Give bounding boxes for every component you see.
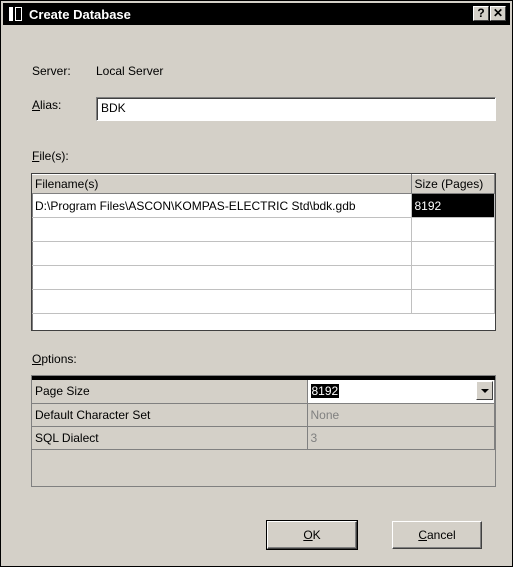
alias-label-rest: lias: xyxy=(40,98,62,112)
options-grid[interactable]: Page Size 8192 Default Character Set Non… xyxy=(31,375,496,487)
create-database-dialog: Create Database ? ✕ Server: Local Server… xyxy=(0,0,513,567)
option-name-page-size: Page Size xyxy=(32,380,308,404)
options-label-rest: ptions: xyxy=(41,352,77,366)
option-name-sql-dialect: SQL Dialect xyxy=(32,426,308,450)
option-row-charset[interactable]: Default Character Set None xyxy=(32,403,495,427)
option-value-sql-dialect: 3 xyxy=(307,426,495,450)
files-label-rest: ile(s): xyxy=(39,149,69,163)
size-cell[interactable] xyxy=(411,217,495,242)
cancel-button[interactable]: Cancel xyxy=(392,521,482,549)
alias-label: Alias: xyxy=(32,98,61,112)
page-size-dropdown[interactable]: 8192 xyxy=(307,380,495,404)
files-label: File(s): xyxy=(32,149,69,163)
help-button[interactable]: ? xyxy=(473,6,489,21)
ok-button[interactable]: OK xyxy=(266,520,358,550)
option-row-page-size[interactable]: Page Size 8192 xyxy=(32,380,495,404)
filename-cell[interactable] xyxy=(32,265,412,290)
page-size-value[interactable]: 8192 xyxy=(310,384,340,399)
table-row[interactable] xyxy=(32,217,495,242)
size-cell[interactable] xyxy=(411,241,495,266)
size-cell[interactable]: 8192 xyxy=(411,193,495,218)
cancel-button-accel: C xyxy=(418,528,427,542)
chevron-down-icon[interactable] xyxy=(475,381,493,400)
size-cell[interactable] xyxy=(411,265,495,290)
files-grid[interactable]: Filename(s) Size (Pages) D:\Program File… xyxy=(31,173,496,331)
option-row-sql-dialect[interactable]: SQL Dialect 3 xyxy=(32,426,495,450)
alias-input[interactable]: BDK xyxy=(96,97,496,121)
ok-button-accel: O xyxy=(303,528,313,542)
options-label-accel: O xyxy=(32,352,42,366)
column-header-size[interactable]: Size (Pages) xyxy=(411,174,495,194)
table-row[interactable] xyxy=(32,241,495,266)
filename-cell[interactable]: D:\Program Files\ASCON\KOMPAS-ELECTRIC S… xyxy=(32,193,412,218)
cancel-button-rest: ancel xyxy=(426,528,456,542)
server-value: Local Server xyxy=(96,64,164,78)
options-label: Options: xyxy=(32,352,77,366)
filename-cell[interactable] xyxy=(32,289,412,314)
size-cell[interactable] xyxy=(411,289,495,314)
title-bar[interactable]: Create Database ? ✕ xyxy=(3,3,510,25)
table-row[interactable] xyxy=(32,289,495,314)
database-app-icon xyxy=(9,6,23,22)
files-grid-header: Filename(s) Size (Pages) xyxy=(32,174,495,194)
filename-cell[interactable] xyxy=(32,241,412,266)
option-value-charset: None xyxy=(307,403,495,427)
server-label: Server: xyxy=(32,64,71,78)
alias-label-accel: A xyxy=(32,98,41,112)
table-row[interactable] xyxy=(32,265,495,290)
table-row[interactable]: D:\Program Files\ASCON\KOMPAS-ELECTRIC S… xyxy=(32,193,495,218)
option-name-charset: Default Character Set xyxy=(32,403,308,427)
close-button[interactable]: ✕ xyxy=(490,6,506,21)
filename-cell[interactable] xyxy=(32,217,412,242)
window-title: Create Database xyxy=(29,6,131,22)
column-header-filename[interactable]: Filename(s) xyxy=(32,174,412,194)
ok-button-rest: K xyxy=(312,528,321,542)
